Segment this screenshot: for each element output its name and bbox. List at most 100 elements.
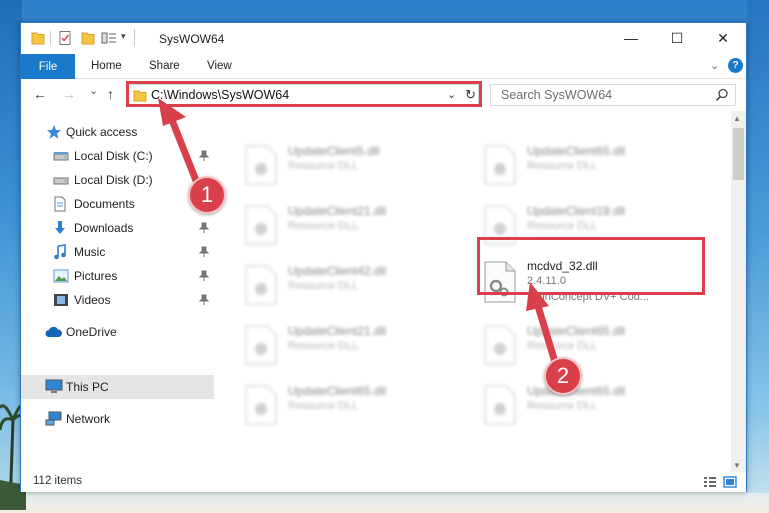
new-folder-icon[interactable]: [81, 30, 95, 46]
properties-icon[interactable]: [58, 30, 72, 46]
pin-icon[interactable]: [199, 294, 209, 306]
dll-file-icon: [245, 205, 277, 245]
music-icon: [53, 244, 67, 260]
back-button[interactable]: ←: [33, 86, 47, 102]
up-button[interactable]: ↑: [107, 86, 114, 102]
scroll-thumb[interactable]: [733, 128, 744, 180]
address-bar-highlight-box: [126, 81, 482, 107]
pin-icon[interactable]: [199, 246, 209, 258]
search-icon[interactable]: [715, 88, 729, 102]
file-name: UpdateClient5.dll: [288, 144, 380, 158]
documents-icon: [53, 196, 67, 212]
navigation-pane: Quick access Local Disk (C:) Local Disk …: [21, 115, 214, 465]
search-placeholder: Search SysWOW64: [501, 88, 613, 102]
file-description: Resource DLL: [527, 160, 598, 172]
forward-button[interactable]: →: [62, 86, 76, 102]
sidebar-item-label: Documents: [74, 197, 135, 211]
sidebar-item-this-pc[interactable]: This PC: [21, 375, 214, 399]
close-button[interactable]: ✕: [700, 23, 746, 53]
sidebar-item-pictures[interactable]: Pictures: [21, 264, 214, 288]
callout-step-1: 1: [188, 176, 226, 214]
scroll-down-icon[interactable]: ▼: [733, 461, 741, 470]
file-name: UpdateClient42.dll: [288, 264, 387, 278]
pin-icon[interactable]: [199, 222, 209, 234]
file-description: Resource DLL: [288, 340, 359, 352]
sidebar-item-label: Videos: [74, 293, 111, 307]
computer-icon: [45, 379, 63, 395]
sidebar-item-local-disk-c[interactable]: Local Disk (C:): [21, 144, 214, 168]
sidebar-item-downloads[interactable]: Downloads: [21, 216, 214, 240]
sidebar-item-videos[interactable]: Videos: [21, 288, 214, 312]
customize-view-icon[interactable]: [101, 30, 117, 46]
tab-share[interactable]: Share: [149, 60, 180, 72]
file-name: UpdateClient19.dll: [527, 204, 626, 218]
folder-icon: [31, 32, 45, 45]
dll-file-icon: [245, 265, 277, 305]
sidebar-item-music[interactable]: Music: [21, 240, 214, 264]
sidebar-item-label: Music: [74, 245, 106, 259]
drive-icon: [53, 173, 69, 187]
details-view-icon[interactable]: [703, 476, 717, 488]
file-name: UpdateClient21.dll: [288, 324, 387, 338]
maximize-button[interactable]: ☐: [654, 23, 700, 53]
desktop-background-right: [747, 0, 769, 513]
file-name: UpdateClient65.dll: [527, 324, 626, 338]
dll-file-icon: [484, 325, 516, 365]
list-item[interactable]: UpdateClient5.dll Resource DLL: [222, 139, 442, 189]
vertical-scrollbar[interactable]: ▲ ▼: [731, 111, 746, 473]
customize-toolbar-chevron-icon[interactable]: ▾: [121, 31, 126, 42]
list-item[interactable]: UpdateClient21.dll Resource DLL: [222, 199, 442, 249]
tab-file[interactable]: File: [21, 54, 75, 79]
dll-file-icon: [484, 385, 516, 425]
pin-icon[interactable]: [199, 150, 209, 162]
item-count: 112 items: [33, 475, 83, 487]
dll-file-icon: [245, 385, 277, 425]
large-icons-view-icon[interactable]: [723, 476, 737, 488]
help-icon[interactable]: ?: [728, 58, 743, 73]
pictures-icon: [53, 269, 69, 283]
expand-ribbon-chevron-icon[interactable]: ⌄: [710, 59, 719, 72]
videos-icon: [53, 293, 69, 307]
status-bar: 112 items: [21, 472, 746, 492]
sidebar-item-label: Quick access: [66, 125, 138, 139]
star-icon: [46, 124, 62, 140]
file-description: Resource DLL: [527, 400, 598, 412]
file-description: Resource DLL: [288, 400, 359, 412]
sidebar-item-onedrive[interactable]: OneDrive: [21, 320, 214, 344]
desktop-background-bottom: [0, 493, 769, 513]
window-title: SysWOW64: [159, 32, 225, 46]
title-bar: ▾ SysWOW64 — ☐ ✕: [21, 23, 746, 54]
tab-view[interactable]: View: [207, 60, 232, 72]
minimize-button[interactable]: —: [608, 23, 654, 53]
download-icon: [53, 220, 67, 236]
sidebar-item-documents[interactable]: Documents: [21, 192, 214, 216]
file-description: Resource DLL: [288, 280, 359, 292]
list-item[interactable]: UpdateClient42.dll Resource DLL: [222, 259, 442, 309]
pin-icon[interactable]: [199, 270, 209, 282]
sidebar-item-local-disk-d[interactable]: Local Disk (D:): [21, 168, 214, 192]
list-item[interactable]: UpdateClient21.dll Resource DLL: [222, 319, 442, 369]
file-description: Resource DLL: [288, 160, 359, 172]
dll-file-icon: [484, 145, 516, 185]
tab-home[interactable]: Home: [91, 60, 122, 72]
file-name: UpdateClient65.dll: [527, 144, 626, 158]
recent-locations-button[interactable]: ⌄: [89, 84, 98, 97]
sidebar-item-quick-access[interactable]: Quick access: [21, 120, 214, 144]
dll-file-icon: [245, 325, 277, 365]
sidebar-item-label: This PC: [66, 380, 109, 394]
list-item[interactable]: UpdateClient65.dll Resource DLL: [461, 139, 681, 189]
cloud-icon: [45, 326, 63, 338]
file-description: Resource DLL: [288, 220, 359, 232]
drive-icon: [53, 149, 69, 163]
file-explorer-window: ▾ SysWOW64 — ☐ ✕ File Home Share View ⌄ …: [20, 22, 747, 492]
file-highlight-box: [477, 237, 705, 295]
sidebar-item-label: Downloads: [74, 221, 134, 235]
list-item[interactable]: UpdateClient65.dll Resource DLL: [222, 379, 442, 429]
sidebar-item-label: Local Disk (C:): [74, 149, 153, 163]
dll-file-icon: [245, 145, 277, 185]
quick-access-divider: [50, 31, 51, 45]
scroll-up-icon[interactable]: ▲: [733, 114, 741, 123]
search-input[interactable]: Search SysWOW64: [490, 84, 736, 106]
sidebar-item-network[interactable]: Network: [21, 407, 214, 431]
sidebar-item-label: Pictures: [74, 269, 118, 283]
